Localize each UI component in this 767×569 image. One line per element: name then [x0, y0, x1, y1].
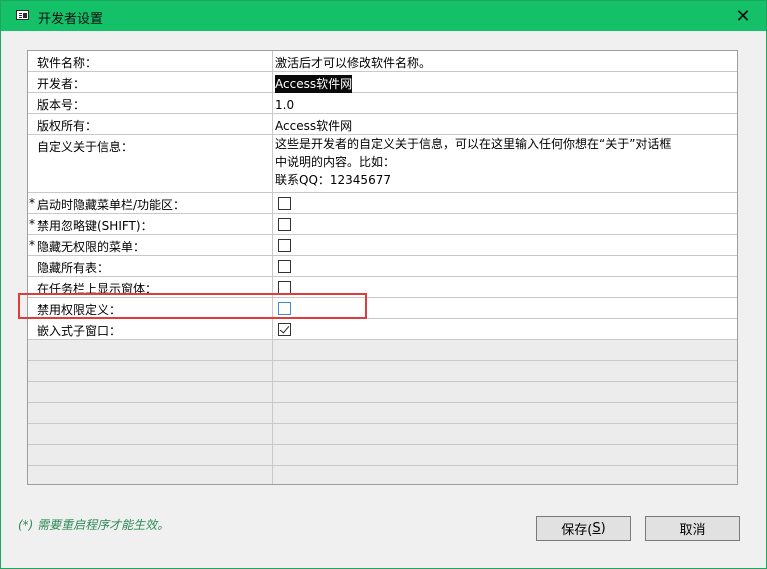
custom-about-field[interactable]: 这些是开发者的自定义关于信息，可以在这里输入任何你想在“关于”对话框 中说明的内…	[273, 135, 737, 192]
row-disable-shift: * 禁用忽略键(SHIFT)：	[28, 214, 737, 235]
disable-permissions-checkbox[interactable]	[278, 302, 291, 315]
row-label: 禁用权限定义：	[37, 303, 122, 317]
row-label: 开发者：	[37, 77, 86, 91]
empty-row	[28, 466, 737, 484]
show-in-taskbar-checkbox[interactable]	[278, 281, 291, 294]
disable-shift-checkbox[interactable]	[278, 218, 291, 231]
cancel-button[interactable]: 取消	[645, 516, 740, 541]
hide-tables-checkbox[interactable]	[278, 260, 291, 273]
row-label: 版权所有：	[37, 119, 98, 133]
row-show-in-taskbar: 在任务栏上显示窗体：	[28, 277, 737, 298]
hide-menubar-checkbox[interactable]	[278, 197, 291, 210]
row-label: 隐藏无权限的菜单：	[37, 240, 146, 254]
version-field[interactable]: 1.0	[273, 93, 737, 113]
developer-field[interactable]: Access软件网	[273, 72, 737, 93]
window-title: 开发者设置	[38, 12, 104, 27]
row-software-name: 软件名称： 激活后才可以修改软件名称。	[28, 51, 737, 72]
row-embedded-subwindow: 嵌入式子窗口：	[28, 319, 737, 340]
empty-row	[28, 403, 737, 424]
close-button[interactable]: ✕	[720, 1, 766, 31]
form-icon	[16, 10, 29, 20]
settings-grid: 软件名称： 激活后才可以修改软件名称。 开发者： Access软件网 版本号： …	[27, 50, 738, 485]
embedded-subwindow-checkbox[interactable]	[278, 323, 291, 336]
save-button[interactable]: 保存(S)	[536, 516, 631, 541]
row-copyright: 版权所有： Access软件网	[28, 114, 737, 135]
row-label: 软件名称：	[37, 56, 98, 70]
empty-row	[28, 445, 737, 466]
empty-row	[28, 424, 737, 445]
row-label: 隐藏所有表：	[37, 261, 110, 275]
check-mark-icon	[279, 323, 290, 334]
row-version: 版本号： 1.0	[28, 93, 737, 114]
row-label: 在任务栏上显示窗体：	[37, 282, 158, 296]
row-hide-tables: 隐藏所有表：	[28, 256, 737, 277]
empty-row	[28, 340, 737, 361]
row-hide-unauthorized-menu: * 隐藏无权限的菜单：	[28, 235, 737, 256]
row-custom-about: 自定义关于信息： 这些是开发者的自定义关于信息，可以在这里输入任何你想在“关于”…	[28, 135, 737, 193]
copyright-field[interactable]: Access软件网	[273, 114, 737, 134]
row-hide-menubar: * 启动时隐藏菜单栏/功能区：	[28, 193, 737, 214]
software-name-field[interactable]: 激活后才可以修改软件名称。	[273, 51, 737, 71]
row-disable-permissions: 禁用权限定义：	[28, 298, 737, 319]
title-bar: 开发者设置 ✕	[1, 1, 766, 31]
empty-row	[28, 382, 737, 403]
row-label: 启动时隐藏菜单栏/功能区：	[37, 198, 186, 212]
hide-unauthorized-menu-checkbox[interactable]	[278, 239, 291, 252]
row-label: 版本号：	[37, 98, 86, 112]
developer-settings-dialog: 开发者设置 ✕ 软件名称： 激活后才可以修改软件名称。 开发者： Access软…	[0, 0, 767, 569]
row-label: 禁用忽略键(SHIFT)：	[37, 219, 153, 233]
restart-footnote: (*) 需要重启程序才能生效。	[18, 518, 170, 532]
empty-row	[28, 361, 737, 382]
row-label: 自定义关于信息：	[37, 140, 134, 154]
row-label: 嵌入式子窗口：	[37, 324, 122, 338]
row-developer: 开发者： Access软件网	[28, 72, 737, 93]
